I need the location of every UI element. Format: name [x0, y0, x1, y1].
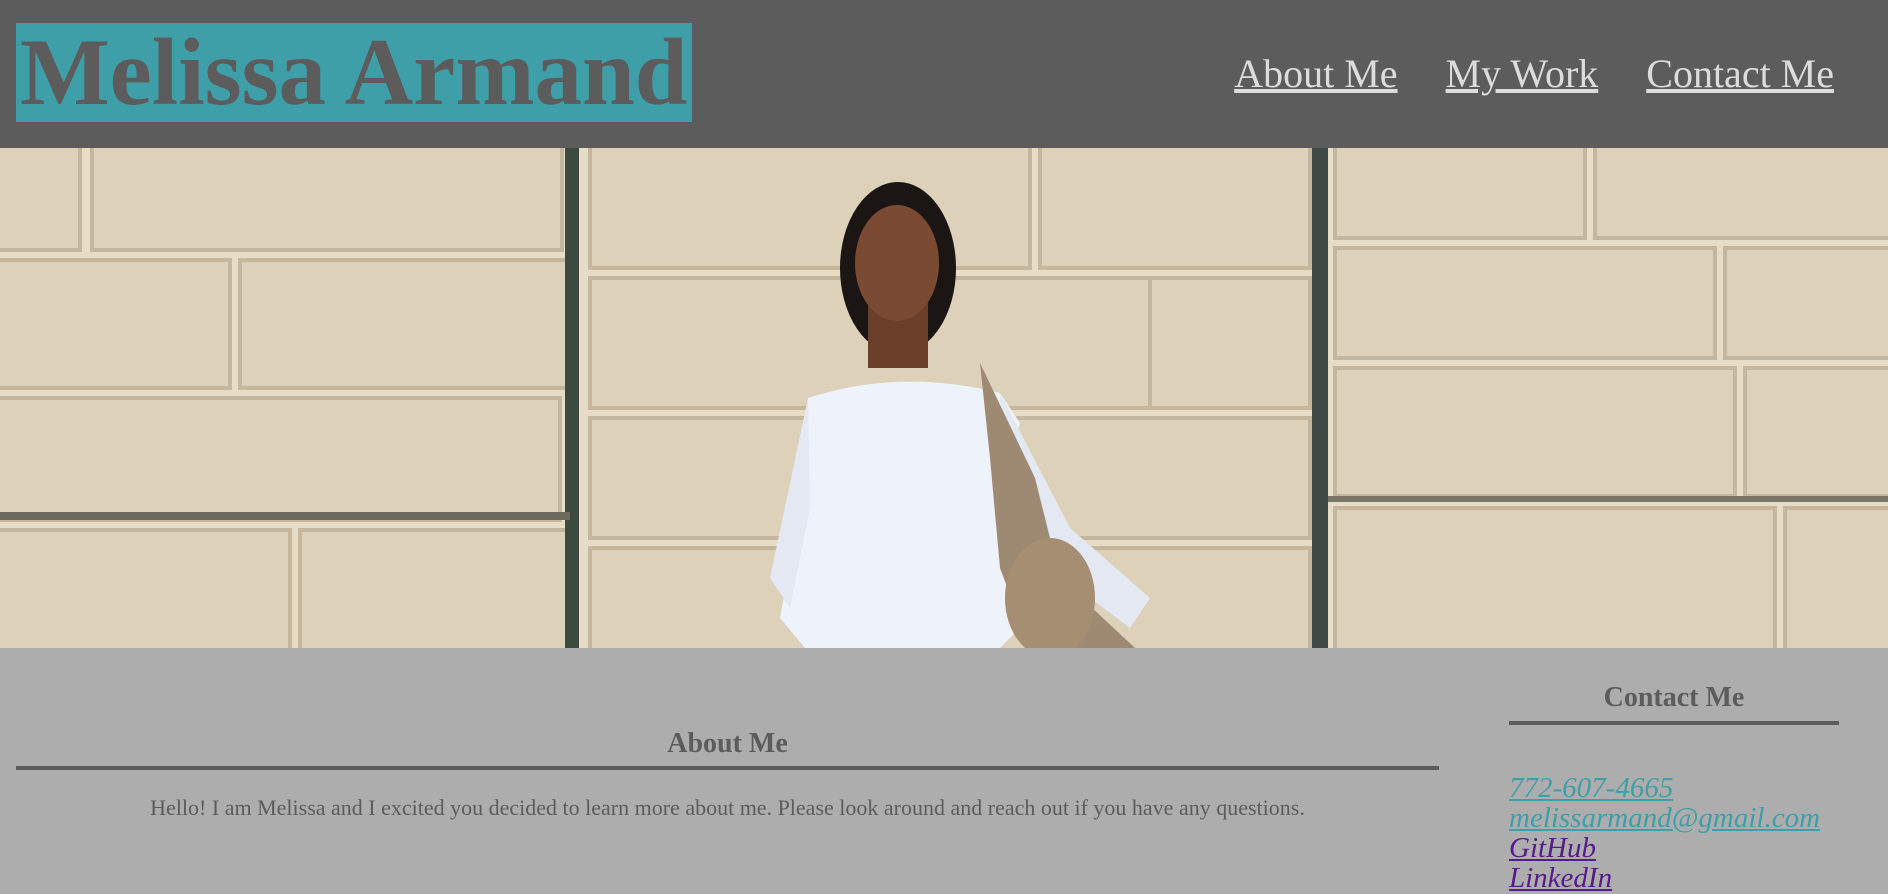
nav-my-work[interactable]: My Work	[1446, 50, 1599, 98]
hero-image	[0, 148, 1888, 648]
contact-item: LinkedIn	[1509, 863, 1839, 893]
contact-item: 772-607-4665	[1509, 773, 1839, 803]
contact-heading: Contact Me	[1603, 682, 1745, 713]
contact-divider	[1509, 721, 1839, 725]
site-title: Melissa Armand	[16, 23, 692, 122]
about-text: Hello! I am Melissa and I excited you de…	[150, 795, 1305, 820]
about-heading: About Me	[667, 728, 788, 759]
github-link[interactable]: GitHub	[1509, 832, 1596, 864]
nav-about-me[interactable]: About Me	[1234, 50, 1397, 98]
email-link[interactable]: melissarmand@gmail.com	[1509, 802, 1820, 834]
site-header: Melissa Armand About Me My Work Contact …	[0, 0, 1888, 148]
phone-link[interactable]: 772-607-4665	[1509, 772, 1673, 804]
nav-contact-me[interactable]: Contact Me	[1646, 50, 1834, 98]
hero-photo	[0, 148, 1888, 648]
linkedin-link[interactable]: LinkedIn	[1509, 862, 1612, 894]
main-nav: About Me My Work Contact Me	[1234, 50, 1834, 98]
contact-item: melissarmand@gmail.com	[1509, 803, 1839, 833]
about-section: About Me Hello! I am Melissa and I excit…	[16, 726, 1439, 822]
contact-links: 772-607-4665 melissarmand@gmail.com GitH…	[1509, 773, 1839, 893]
contact-section: Contact Me 772-607-4665 melissarmand@gma…	[1509, 680, 1839, 893]
about-divider	[16, 766, 1439, 770]
contact-item: GitHub	[1509, 833, 1839, 863]
